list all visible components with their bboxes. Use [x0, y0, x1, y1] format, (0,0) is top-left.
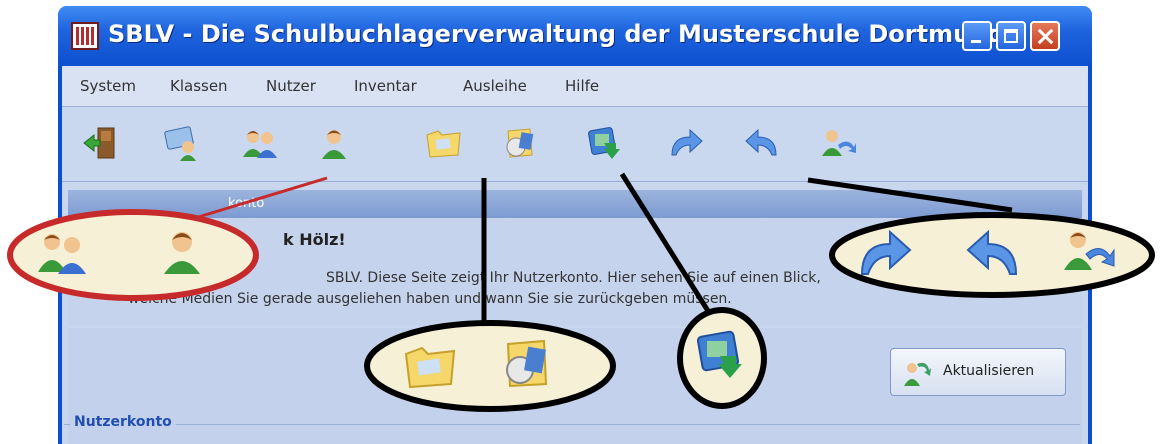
window-client: System Klassen Nutzer Inventar Ausleihe … — [62, 66, 1088, 444]
account-area: Aktualisieren Nutzerkonto — [64, 328, 1082, 444]
class-monitor-icon[interactable] — [162, 125, 202, 161]
menu-ausleihe[interactable]: Ausleihe — [463, 77, 527, 95]
group-divider — [64, 424, 1080, 425]
toolbar — [62, 107, 1088, 182]
refresh-users-icon — [904, 362, 931, 386]
minimize-button[interactable] — [962, 21, 992, 51]
exit-door-icon[interactable] — [82, 125, 122, 161]
users-icon[interactable] — [240, 125, 280, 161]
folder-icon[interactable] — [424, 125, 464, 161]
app-logo-icon — [71, 22, 99, 50]
user-icon[interactable] — [314, 125, 354, 161]
close-button[interactable] — [1030, 21, 1060, 51]
title-bar[interactable]: SBLV - Die Schulbuchlagerverwaltung der … — [58, 6, 1092, 66]
scan-book-icon[interactable] — [584, 125, 624, 161]
menu-nutzer[interactable]: Nutzer — [266, 77, 316, 95]
menu-inventar[interactable]: Inventar — [354, 77, 417, 95]
menu-hilfe[interactable]: Hilfe — [565, 77, 599, 95]
user-switch-icon[interactable] — [818, 125, 858, 161]
welcome-panel: k Hölz! SBLV. Diese Seite zeigt Ihr Nutz… — [68, 218, 1082, 326]
group-title: Nutzerkonto — [70, 414, 176, 430]
menu-klassen[interactable]: Klassen — [170, 77, 228, 95]
refresh-label: Aktualisieren — [943, 363, 1035, 379]
redo-arrow-icon[interactable] — [666, 125, 706, 161]
panel-header: konto — [68, 190, 1082, 218]
window-title: SBLV - Die Schulbuchlagerverwaltung der … — [108, 20, 1005, 48]
intro-text-line-2: welche Medien Sie gerade ausgeliehen hab… — [128, 291, 732, 307]
media-disc-icon[interactable] — [500, 125, 540, 161]
maximize-button[interactable] — [996, 21, 1026, 51]
greeting-heading: k Hölz! — [283, 230, 346, 249]
menu-bar: System Klassen Nutzer Inventar Ausleihe … — [62, 66, 1088, 107]
app-window: SBLV - Die Schulbuchlagerverwaltung der … — [58, 6, 1092, 444]
panel-header-text: konto — [228, 196, 265, 211]
intro-text-line-1: SBLV. Diese Seite zeigt Ihr Nutzerkonto.… — [326, 270, 821, 286]
menu-system[interactable]: System — [80, 77, 136, 95]
undo-arrow-icon[interactable] — [742, 125, 782, 161]
refresh-button[interactable]: Aktualisieren — [890, 348, 1066, 396]
